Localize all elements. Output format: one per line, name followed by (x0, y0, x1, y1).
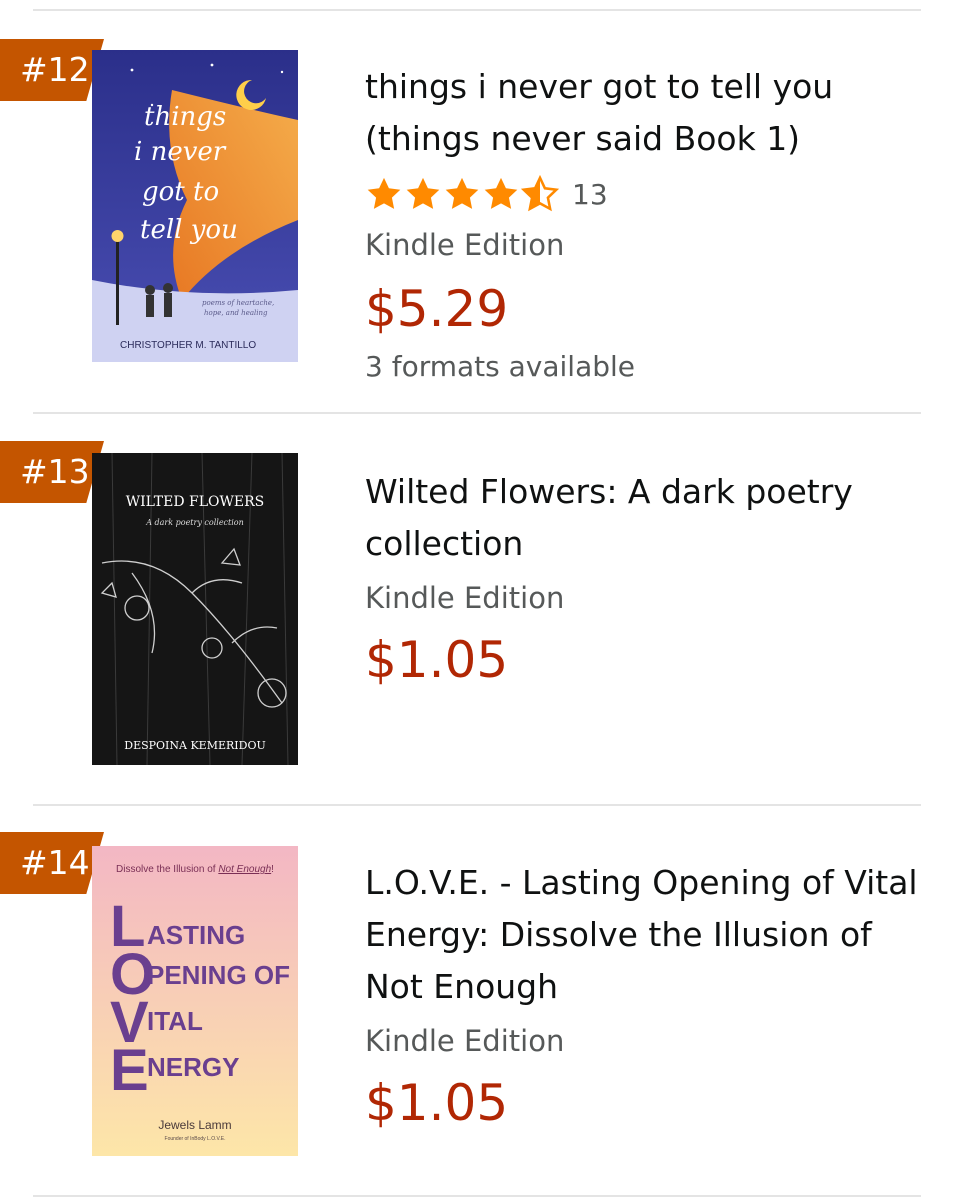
format-label[interactable]: Kindle Edition (365, 1023, 925, 1059)
book-cover[interactable]: Dissolve the Illusion of Not Enough! L O… (92, 846, 298, 1156)
cover-author-note: Founder of InBody L.O.V.E. (165, 1136, 226, 1142)
bottom-divider (33, 1195, 921, 1197)
cover-subtitle: poems of heartache, (202, 299, 274, 307)
cover-word: PENING OF (147, 960, 290, 990)
rank-badge: #12 (0, 39, 104, 101)
book-cover[interactable]: things i never got to tell you poems of … (92, 50, 298, 362)
star-full-icon (484, 177, 518, 209)
top-divider (33, 9, 921, 11)
item-divider (33, 412, 921, 414)
star-full-icon (367, 177, 401, 209)
cover-word: NERGY (147, 1052, 239, 1082)
product-info: things i never got to tell you (things n… (365, 61, 925, 385)
item-divider (33, 804, 921, 806)
cover-word: ASTING (147, 920, 245, 950)
product-title-link[interactable]: things i never got to tell you (things n… (365, 61, 925, 165)
rank-badge: #13 (0, 441, 104, 503)
format-label[interactable]: Kindle Edition (365, 227, 925, 263)
product-title-link[interactable]: Wilted Flowers: A dark poetry collection (365, 466, 925, 570)
star-full-icon (445, 177, 479, 209)
product-info: L.O.V.E. - Lasting Opening of Vital Ener… (365, 857, 925, 1133)
format-label[interactable]: Kindle Edition (365, 580, 925, 616)
formats-available-link[interactable]: 3 formats available (365, 349, 925, 385)
cover-author: DESPOINA KEMERIDOU (124, 739, 266, 752)
product-info: Wilted Flowers: A dark poetry collection… (365, 466, 925, 690)
cover-author: Jewels Lamm (158, 1118, 231, 1132)
cover-word: ITAL (147, 1006, 203, 1036)
star-rating (365, 175, 560, 213)
product-title-link[interactable]: L.O.V.E. - Lasting Opening of Vital Ener… (365, 857, 925, 1013)
cover-author: CHRISTOPHER M. TANTILLO (120, 340, 256, 351)
star-half-icon (521, 175, 559, 212)
book-cover[interactable]: WILTED FLOWERS A dark poetry collection … (92, 453, 298, 765)
cover-tagline: Dissolve the Illusion of Not Enough! (116, 864, 274, 875)
cover-title: WILTED FLOWERS (126, 494, 265, 510)
price: $1.05 (365, 1074, 509, 1132)
cover-title-line: tell you (140, 215, 238, 245)
price: $5.29 (365, 280, 509, 338)
cover-subtitle: hope, and healing (204, 309, 268, 317)
star-full-icon (406, 177, 440, 209)
rating-count[interactable]: 13 (572, 178, 608, 211)
cover-title-line: things (144, 102, 226, 132)
cover-big-letter: E (110, 1038, 149, 1103)
price: $1.05 (365, 631, 509, 689)
rating[interactable]: 13 (365, 171, 925, 217)
cover-title-line: got to (142, 177, 219, 207)
rank-badge: #14 (0, 832, 104, 894)
cover-subtitle: A dark poetry collection (145, 518, 244, 527)
cover-title-line: i never (134, 137, 227, 167)
